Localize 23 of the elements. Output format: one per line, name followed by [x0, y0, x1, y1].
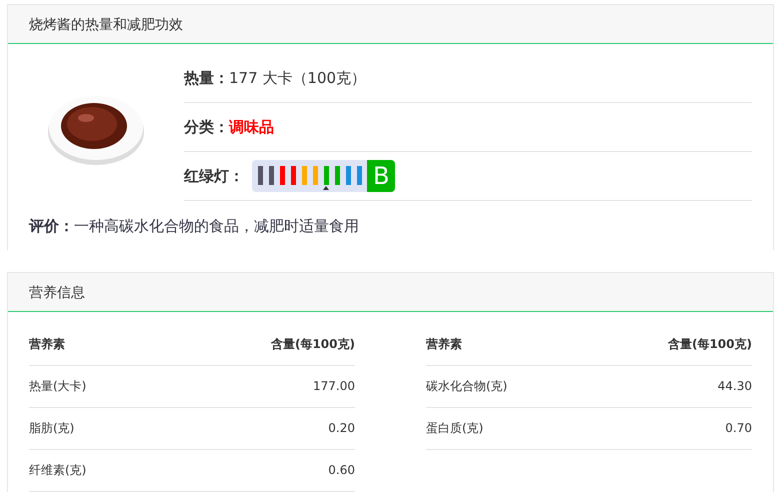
column-header: 含量(每100克)	[668, 336, 752, 353]
table-cell-text: 0.20	[328, 420, 355, 437]
field-label: 热量：	[184, 68, 229, 89]
table-cell-text: 纤维素(克)	[29, 462, 86, 479]
column-header: 含量(每100克)	[270, 336, 355, 353]
grade-label: B	[367, 160, 396, 192]
field-label: 分类：	[184, 116, 229, 138]
column-header: 营养素	[29, 336, 65, 353]
table-cell-text: 脂肪(克)	[29, 420, 74, 437]
evaluation-text: 评价：一种高碳水化合物的食品，减肥时适量食用	[29, 216, 360, 237]
table-cell-text: 0.60	[328, 462, 355, 479]
category-value: 调味品	[229, 116, 274, 138]
table-cell-text: 177.00	[313, 378, 355, 395]
panel-title: 烧烤酱的热量和减肥功效	[8, 5, 773, 44]
field-value: 177 大卡（100克）	[229, 68, 366, 89]
field-label: 红绿灯：	[184, 166, 244, 187]
table-cell-text: 44.30	[718, 378, 752, 395]
table-cell-text: 0.70	[725, 420, 752, 437]
table-cell-text: 热量(大卡)	[29, 378, 86, 395]
table-cell-text: 蛋白质(克)	[426, 420, 484, 437]
column-header: 营养素	[426, 336, 462, 353]
section-title: 营养信息	[8, 272, 773, 312]
table-cell-text: 碳水化合物(克)	[426, 378, 508, 395]
